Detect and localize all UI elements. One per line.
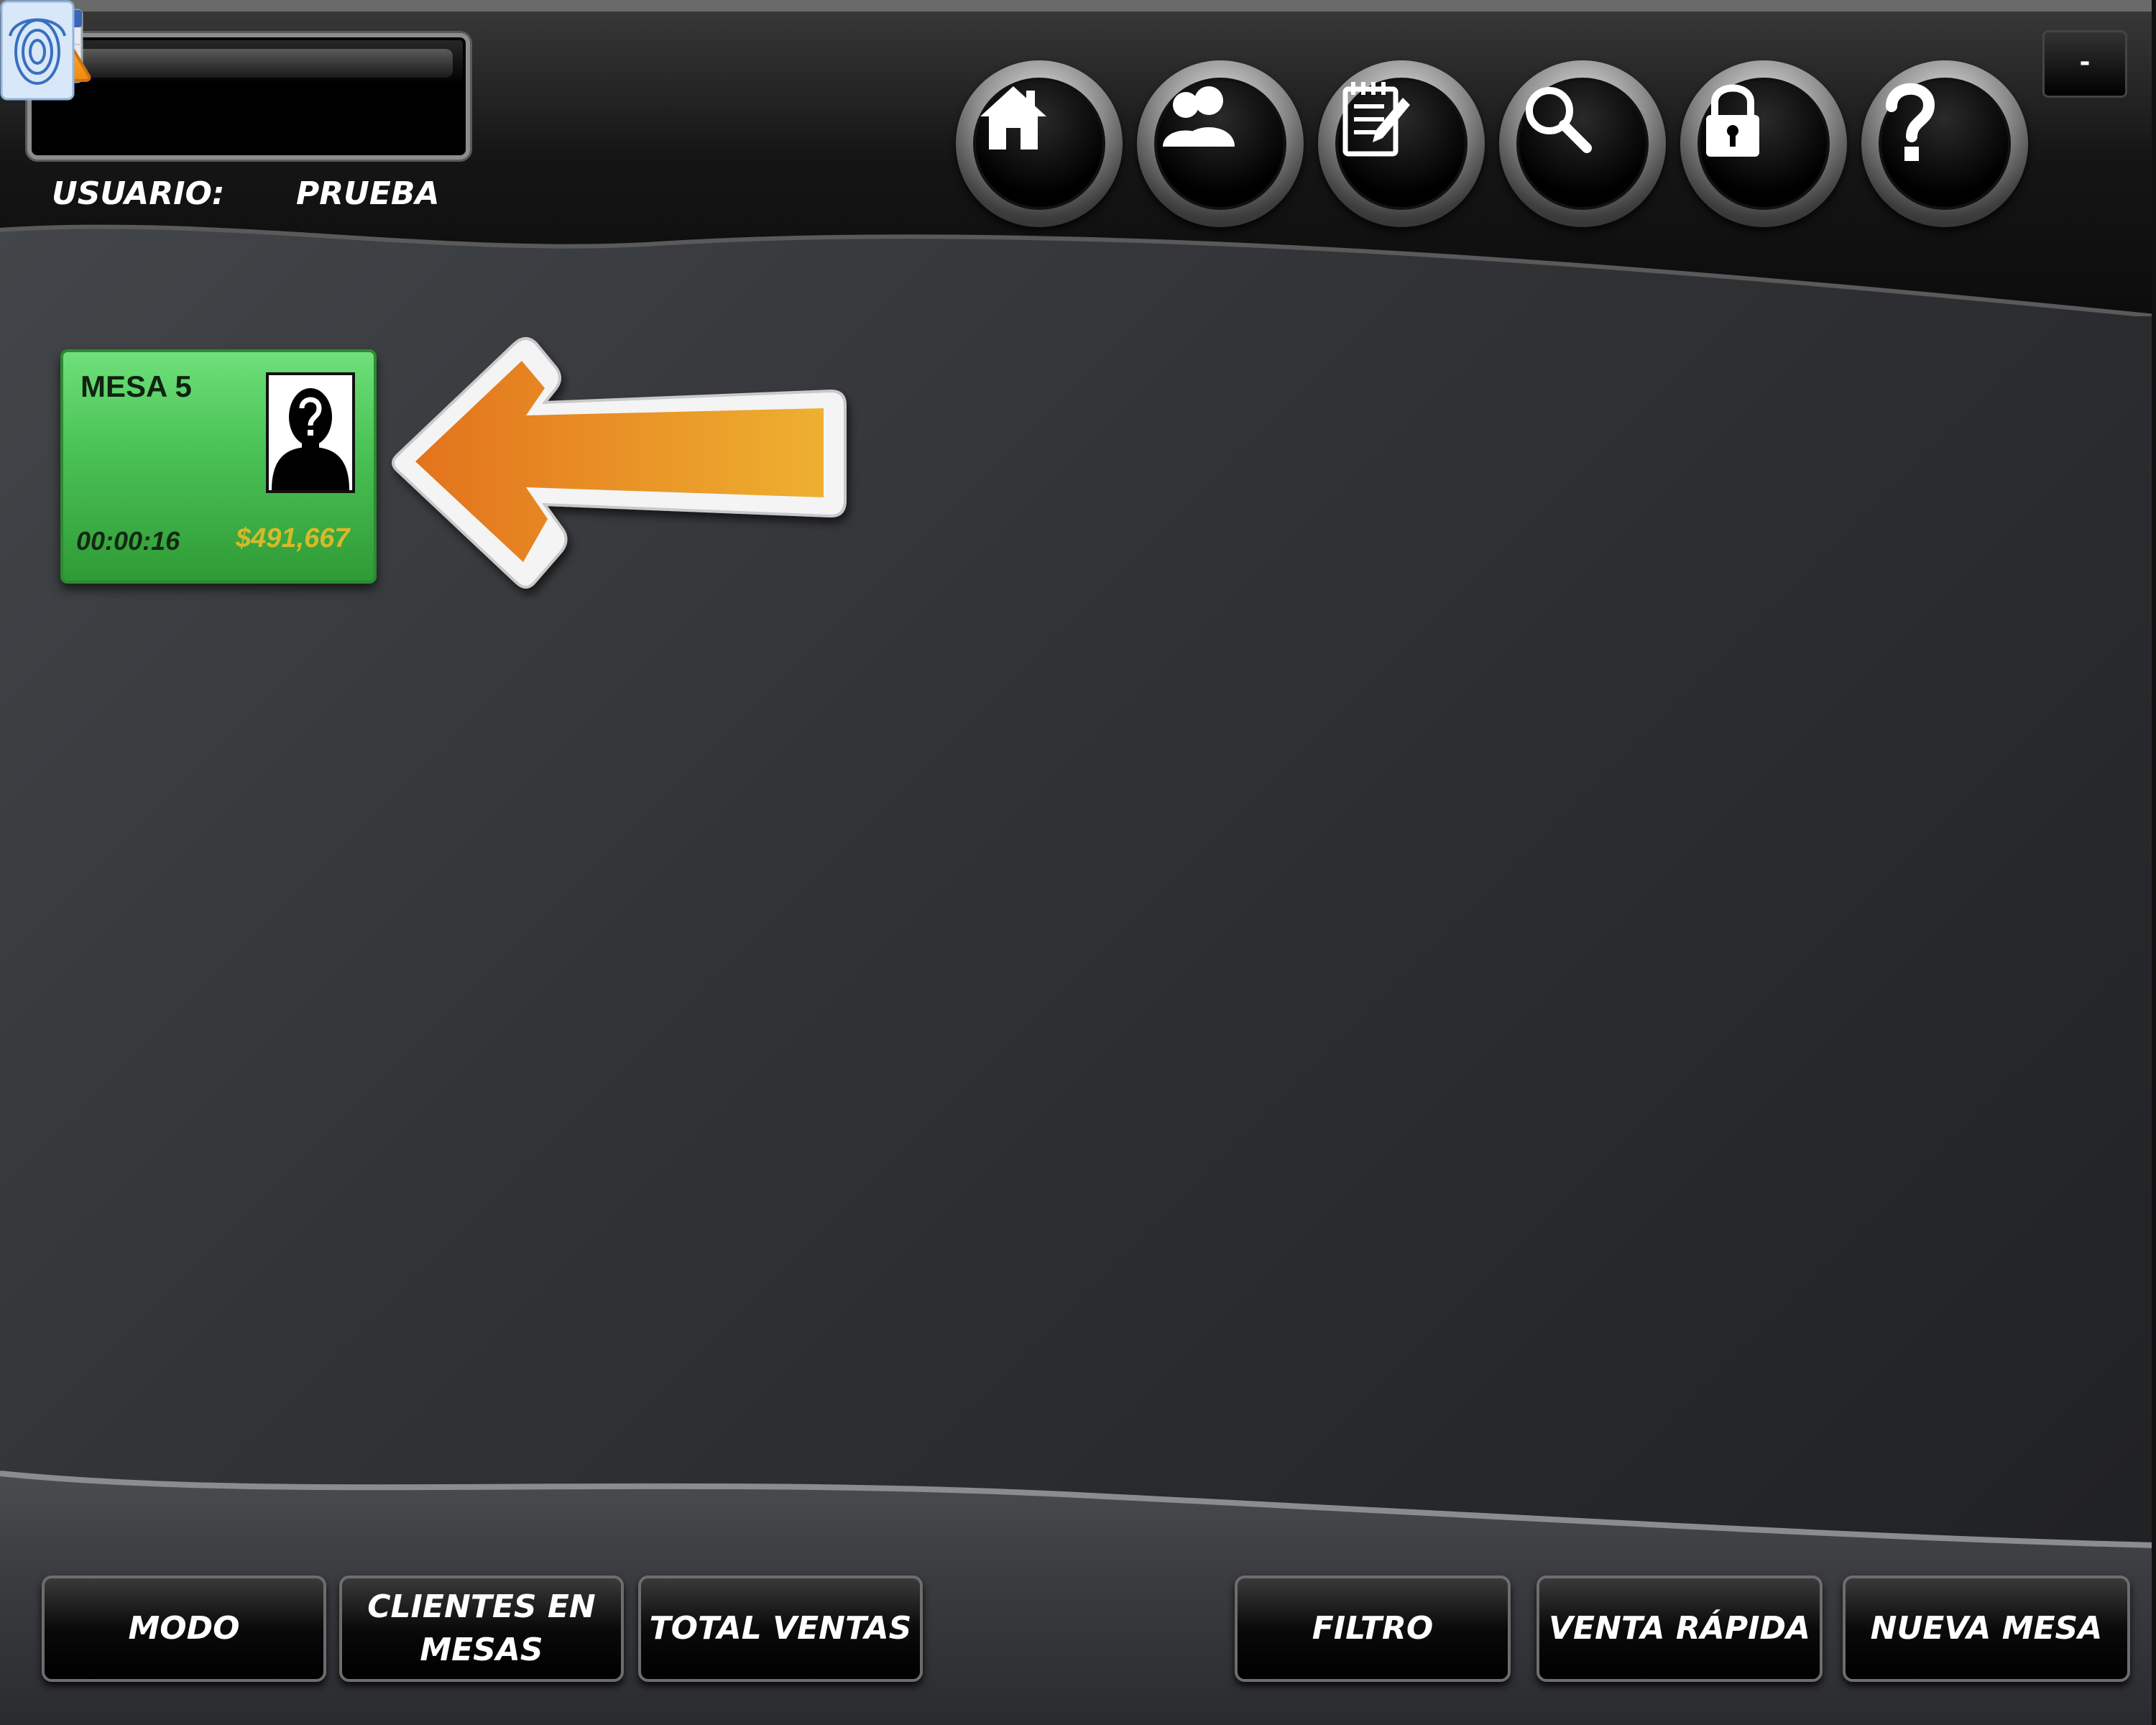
home-button[interactable] xyxy=(956,60,1123,227)
arrow-pointer-icon xyxy=(392,337,847,589)
search-button[interactable] xyxy=(1499,60,1666,227)
home-icon xyxy=(980,86,1046,150)
fingerprint-icon[interactable] xyxy=(0,0,75,101)
lock-button[interactable] xyxy=(1680,60,1847,227)
filtro-button[interactable]: FILTRO xyxy=(1235,1576,1511,1682)
table-elapsed-time: 00:00:16 xyxy=(76,526,180,556)
clientes-en-mesas-button[interactable]: CLIENTES EN MESAS xyxy=(339,1576,624,1682)
modo-button[interactable]: MODO xyxy=(42,1576,326,1682)
notes-edit-icon xyxy=(1342,82,1410,157)
unknown-customer-avatar xyxy=(266,372,355,493)
users-icon xyxy=(1163,86,1235,147)
notes-button-face xyxy=(1335,78,1468,210)
lock-icon xyxy=(1706,84,1759,157)
main-window: USUARIO: PRUEBA - MESA 5 00:00:16 $491,6… xyxy=(0,0,2156,1725)
users-button[interactable] xyxy=(1137,60,1304,227)
help-icon xyxy=(1886,83,1935,161)
search-button-face xyxy=(1516,78,1649,210)
user-value: PRUEBA xyxy=(296,175,440,212)
user-label: USUARIO: xyxy=(52,175,225,212)
display-box xyxy=(27,33,470,160)
unknown-person-icon xyxy=(272,388,349,490)
display-gloss xyxy=(45,49,453,78)
window-border xyxy=(2152,0,2156,1725)
total-ventas-button[interactable]: TOTAL VENTAS xyxy=(638,1576,923,1682)
table-card-mesa-5[interactable]: MESA 5 00:00:16 $491,667 xyxy=(60,349,377,584)
table-name: MESA 5 xyxy=(80,369,192,403)
header-bar: USUARIO: PRUEBA - xyxy=(0,0,2156,316)
search-icon xyxy=(1526,87,1592,153)
notes-button[interactable] xyxy=(1318,60,1485,227)
venta-rapida-button[interactable]: VENTA RÁPIDA xyxy=(1537,1576,1823,1682)
help-button-face xyxy=(1879,78,2011,210)
minimize-button[interactable]: - xyxy=(2042,30,2127,98)
table-total-amount: $491,667 xyxy=(236,523,350,553)
lock-button-face xyxy=(1697,78,1830,210)
help-button[interactable] xyxy=(1861,60,2028,227)
nueva-mesa-button[interactable]: NUEVA MESA xyxy=(1843,1576,2130,1682)
home-button-face xyxy=(973,78,1105,210)
users-button-face xyxy=(1154,78,1286,210)
